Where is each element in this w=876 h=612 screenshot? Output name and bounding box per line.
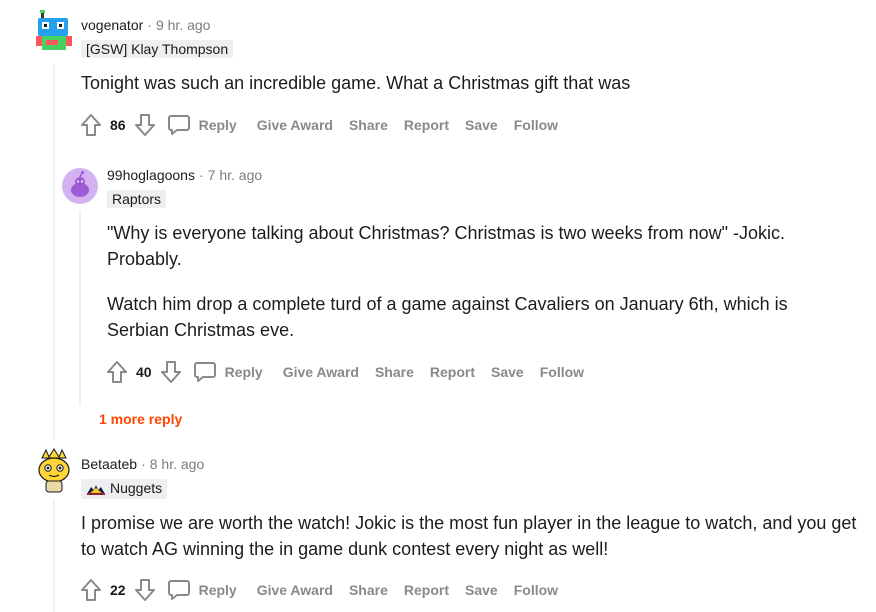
avatar[interactable] [62,168,98,204]
save-button[interactable]: Save [465,582,498,598]
user-flair: [GSW] Klay Thompson [81,40,234,58]
upvote-arrow-icon[interactable] [105,360,129,384]
share-button[interactable]: Share [375,364,414,380]
username[interactable]: vogenator [81,17,143,33]
comment-body: "Why is everyone talking about Christmas… [107,220,827,343]
follow-button[interactable]: Follow [514,117,558,133]
reply-button[interactable]: Reply [193,360,263,384]
separator: · [198,167,204,183]
comment-paragraph: Tonight was such an incredible game. Wha… [81,73,631,93]
speech-bubble-icon [167,578,191,602]
follow-button[interactable]: Follow [514,582,558,598]
share-button[interactable]: Share [349,582,388,598]
username[interactable]: Betaateb [81,456,137,472]
vote-score: 22 [110,582,126,598]
separator: · [147,17,152,33]
comment-meta: 99hoglagoons · 7 hr. ago [107,166,262,184]
follow-button[interactable]: Follow [540,364,584,380]
timestamp[interactable]: 8 hr. ago [150,456,205,472]
comment-meta: Betaateb · 8 hr. ago [81,455,204,473]
upvote-arrow-icon[interactable] [79,578,103,602]
comment-meta: vogenator · 9 hr. ago [81,16,210,34]
give-award-button[interactable]: Give Award [257,117,333,133]
speech-bubble-icon [193,360,217,384]
report-button[interactable]: Report [404,582,449,598]
vote-score: 40 [136,364,152,380]
comment-paragraph: "Why is everyone talking about Christmas… [107,223,785,269]
separator: · [141,456,146,472]
comment-body: I promise we are worth the watch! Jokic … [81,510,871,562]
share-button[interactable]: Share [349,117,388,133]
downvote-arrow-icon[interactable] [133,113,157,137]
reply-label: Reply [224,364,263,380]
comment-paragraph: I promise we are worth the watch! Jokic … [81,513,857,559]
nuggets-flair-icon [86,481,106,499]
give-award-button[interactable]: Give Award [257,582,333,598]
thread-line[interactable] [53,500,55,612]
save-button[interactable]: Save [491,364,524,380]
more-replies-link[interactable]: 1 more reply [99,411,182,427]
reply-button[interactable]: Reply [167,113,237,137]
save-button[interactable]: Save [465,117,498,133]
vote-score: 86 [110,117,126,133]
upvote-arrow-icon[interactable] [79,113,103,137]
user-flair: Raptors [107,190,167,208]
speech-bubble-icon [167,113,191,137]
reply-button[interactable]: Reply [167,578,237,602]
thread-line[interactable] [79,210,81,406]
username[interactable]: 99hoglagoons [107,167,195,183]
reply-label: Reply [198,117,237,133]
avatar[interactable] [36,448,72,493]
comment-body: Tonight was such an incredible game. Wha… [81,70,630,96]
timestamp[interactable]: 7 hr. ago [208,167,263,183]
comment-actions: 86 Reply Give Award Share Report Save Fo… [79,110,558,140]
downvote-arrow-icon[interactable] [159,360,183,384]
user-flair: Nuggets [81,479,168,499]
thread-line[interactable] [53,64,55,440]
give-award-button[interactable]: Give Award [283,364,359,380]
report-button[interactable]: Report [430,364,475,380]
comment-actions: 40 Reply Give Award Share Report Save Fo… [105,357,584,387]
comment-paragraph: Watch him drop a complete turd of a game… [107,294,788,340]
timestamp[interactable]: 9 hr. ago [156,17,211,33]
avatar[interactable] [36,10,72,50]
flair-text: Nuggets [110,480,163,496]
reply-label: Reply [198,582,237,598]
report-button[interactable]: Report [404,117,449,133]
downvote-arrow-icon[interactable] [133,578,157,602]
comment-actions: 22 Reply Give Award Share Report Save Fo… [79,575,558,605]
